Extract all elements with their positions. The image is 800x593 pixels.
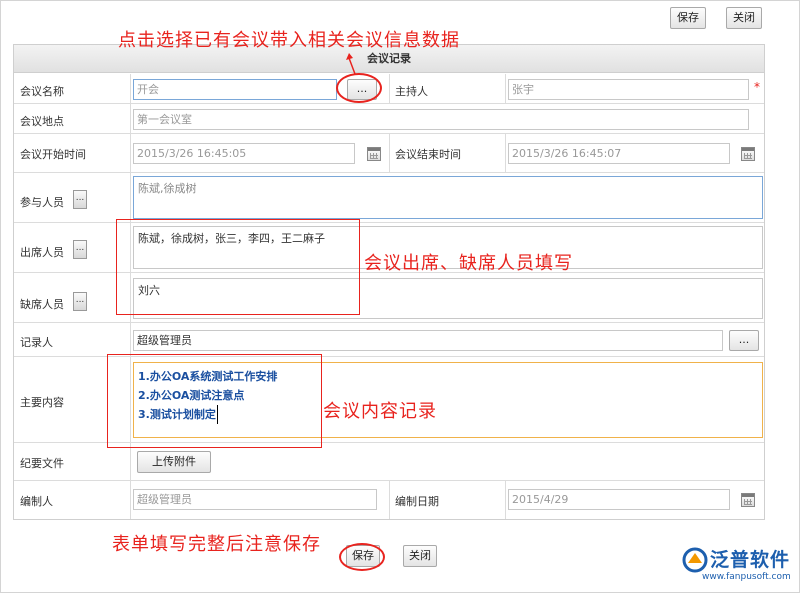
divider	[130, 74, 131, 104]
start-time-label: 会议开始时间	[20, 148, 86, 161]
end-time-input[interactable]: 2015/3/26 16:45:07	[508, 143, 730, 164]
edit-date-label: 编制日期	[395, 495, 439, 508]
divider	[389, 134, 390, 173]
end-calendar-icon[interactable]	[741, 147, 755, 161]
editor-input[interactable]: 超级管理员	[133, 489, 377, 510]
recorder-label: 记录人	[20, 336, 53, 349]
attendees-pick-button[interactable]: ...	[73, 240, 87, 259]
content-label: 主要内容	[20, 396, 64, 409]
row-time: 会议开始时间 2015/3/26 16:45:05 会议结束时间 2015/3/…	[14, 134, 764, 173]
recorder-pick-button[interactable]: ...	[729, 330, 759, 351]
fanpu-logo: 泛普软件 www.fanpusoft.com	[682, 545, 794, 585]
pick-highlight	[336, 73, 382, 103]
meeting-name-input[interactable]: 开会	[133, 79, 337, 100]
location-label: 会议地点	[20, 115, 64, 128]
files-label: 纪要文件	[20, 457, 64, 470]
logo-url: www.fanpusoft.com	[702, 572, 791, 582]
editor-label: 编制人	[20, 495, 53, 508]
divider	[130, 323, 131, 357]
edit-date-input[interactable]: 2015/4/29	[508, 489, 730, 510]
divider	[505, 134, 506, 173]
host-label: 主持人	[395, 85, 428, 98]
divider	[389, 74, 390, 104]
logo-name: 泛普软件	[710, 549, 791, 571]
participants-label: 参与人员	[20, 196, 64, 209]
attendance-annotation: 会议出席、缺席人员填写	[364, 253, 573, 274]
end-time-label: 会议结束时间	[395, 148, 461, 161]
divider	[130, 134, 131, 173]
content-annotation: 会议内容记录	[323, 401, 437, 422]
edit-date-calendar-icon[interactable]	[741, 493, 755, 507]
pick-annotation: 点击选择已有会议带入相关会议信息数据	[118, 30, 460, 51]
row-meeting-name: 会议名称 开会 ... 主持人 张宇 *	[14, 74, 764, 104]
participants-pick-button[interactable]: ...	[73, 190, 87, 209]
meeting-name-label: 会议名称	[20, 85, 64, 98]
divider	[130, 104, 131, 134]
divider	[130, 173, 131, 223]
save-annotation: 表单填写完整后注意保存	[112, 534, 321, 555]
absentees-label: 缺席人员	[20, 298, 64, 311]
divider	[505, 74, 506, 104]
divider	[505, 481, 506, 519]
row-editor: 编制人 超级管理员 编制日期 2015/4/29	[14, 481, 764, 519]
top-save-button[interactable]: 保存	[670, 7, 706, 29]
recorder-input[interactable]: 超级管理员	[133, 330, 723, 351]
logo-mark-icon	[682, 547, 708, 573]
row-participants: 参与人员 ... 陈斌,徐成树	[14, 173, 764, 223]
divider	[389, 481, 390, 519]
location-input[interactable]: 第一会议室	[133, 109, 749, 130]
start-calendar-icon[interactable]	[367, 147, 381, 161]
row-files: 纪要文件 上传附件	[14, 443, 764, 481]
bottom-close-button[interactable]: 关闭	[403, 545, 437, 567]
attendees-label: 出席人员	[20, 246, 64, 259]
start-time-input[interactable]: 2015/3/26 16:45:05	[133, 143, 355, 164]
attendance-highlight	[116, 219, 360, 315]
save-highlight	[339, 543, 385, 571]
divider	[130, 443, 131, 481]
required-mark: *	[754, 80, 760, 94]
divider	[130, 481, 131, 519]
row-location: 会议地点 第一会议室	[14, 104, 764, 134]
host-input[interactable]: 张宇	[508, 79, 749, 100]
absentees-pick-button[interactable]: ...	[73, 292, 87, 311]
upload-attachment-button[interactable]: 上传附件	[137, 451, 211, 473]
participants-input[interactable]: 陈斌,徐成树	[133, 176, 763, 219]
top-close-button[interactable]: 关闭	[726, 7, 762, 29]
row-recorder: 记录人 超级管理员 ...	[14, 323, 764, 357]
content-highlight	[107, 354, 322, 448]
